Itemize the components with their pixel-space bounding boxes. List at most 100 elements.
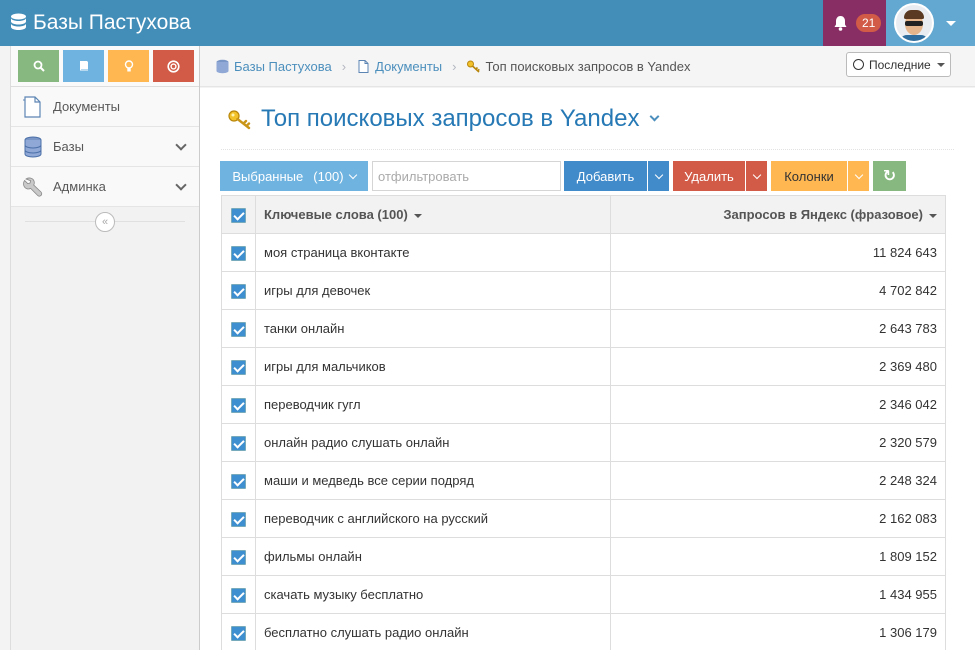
page-header: Топ поисковых запросов в Yandex [221, 88, 954, 150]
row-checkbox[interactable] [231, 587, 246, 603]
columns-button[interactable]: Колонки [771, 161, 847, 191]
select-all-cell[interactable] [221, 195, 256, 234]
refresh-button[interactable]: ↻ [873, 161, 906, 191]
row-checkbox[interactable] [231, 625, 246, 641]
table-row[interactable]: переводчик с английского на русский 2 16… [221, 499, 946, 538]
sort-caret-icon [413, 213, 422, 218]
row-checkbox[interactable] [231, 511, 246, 527]
row-checkbox-cell[interactable] [221, 423, 256, 462]
double-chevron-left-icon: « [101, 216, 109, 228]
row-checkbox[interactable] [231, 397, 246, 413]
keyword-cell: скачать музыку бесплатно [255, 575, 611, 614]
table-row[interactable]: маши и медведь все серии подряд 2 248 32… [221, 461, 946, 500]
row-checkbox[interactable] [231, 283, 246, 299]
query-count-cell: 1 434 955 [610, 575, 946, 614]
lifebuoy-icon [167, 59, 180, 73]
query-count-cell: 2 248 324 [610, 461, 946, 500]
recent-dropdown-button[interactable]: Последние [846, 52, 951, 77]
select-all-checkbox[interactable] [231, 207, 246, 223]
column-header-queries[interactable]: Запросов в Яндекс (фразовое) [610, 195, 946, 234]
sidebar-item-admin[interactable]: Админка [11, 167, 199, 207]
breadcrumb-documents-label: Документы [375, 58, 443, 74]
user-menu[interactable] [886, 0, 975, 46]
database-icon [216, 59, 229, 73]
row-checkbox[interactable] [231, 473, 246, 489]
row-checkbox[interactable] [231, 549, 246, 565]
delete-dropdown-toggle[interactable] [746, 161, 767, 191]
row-checkbox-cell[interactable] [221, 461, 256, 500]
filter-input[interactable] [372, 161, 561, 191]
query-count-cell: 2 643 783 [610, 309, 946, 348]
keyword-cell: фильмы онлайн [255, 537, 611, 576]
table-row[interactable]: игры для девочек 4 702 842 [221, 271, 946, 310]
table-row[interactable]: переводчик гугл 2 346 042 [221, 385, 946, 424]
breadcrumb: Базы Пастухова › Документы › Топ поисков… [200, 46, 975, 87]
row-checkbox-cell[interactable] [221, 347, 256, 386]
chevron-down-icon [348, 170, 357, 179]
shortcut-help-button[interactable] [153, 50, 194, 82]
row-checkbox[interactable] [231, 321, 246, 337]
table-header-row: Ключевые слова (100) Запросов в Яндекс (… [221, 195, 946, 234]
keyword-cell: бесплатно слушать радио онлайн [255, 613, 611, 650]
row-checkbox-cell[interactable] [221, 385, 256, 424]
bell-icon [834, 16, 847, 31]
query-count-cell: 11 824 643 [610, 233, 946, 272]
breadcrumb-current-label: Топ поисковых запросов в Yandex [485, 58, 691, 74]
sidebar-shortcuts [11, 46, 199, 87]
sort-caret-icon [929, 213, 937, 218]
sidebar-item-label: Админка [53, 179, 106, 194]
add-dropdown-toggle[interactable] [648, 161, 669, 191]
breadcrumb-home[interactable]: Базы Пастухова [215, 59, 332, 74]
notifications-button[interactable]: 21 [823, 0, 886, 46]
brand[interactable]: Базы Пастухова [10, 0, 191, 46]
shortcut-idea-button[interactable] [108, 50, 149, 82]
selected-button[interactable]: Выбранные (100) [220, 161, 368, 191]
query-count-cell: 2 162 083 [610, 499, 946, 538]
row-checkbox-cell[interactable] [221, 233, 256, 272]
table-row[interactable]: фильмы онлайн 1 809 152 [221, 537, 946, 576]
table-row[interactable]: онлайн радио слушать онлайн 2 320 579 [221, 423, 946, 462]
keywords-table: Ключевые слова (100) Запросов в Яндекс (… [221, 195, 946, 650]
recent-label: Последние [869, 57, 931, 72]
columns-dropdown-toggle[interactable] [848, 161, 869, 191]
table-row[interactable]: скачать музыку бесплатно 1 434 955 [221, 575, 946, 614]
keyword-cell: переводчик с английского на русский [255, 499, 611, 538]
column-header-keywords[interactable]: Ключевые слова (100) [255, 195, 611, 234]
row-checkbox-cell[interactable] [221, 271, 256, 310]
query-count-cell: 2 369 480 [610, 347, 946, 386]
table-row[interactable]: игры для мальчиков 2 369 480 [221, 347, 946, 386]
row-checkbox[interactable] [231, 245, 246, 261]
sidebar-item-databases[interactable]: Базы [11, 127, 199, 167]
page-title: Топ поисковых запросов в Yandex [261, 104, 640, 132]
query-count-cell: 2 346 042 [610, 385, 946, 424]
table-row[interactable]: танки онлайн 2 643 783 [221, 309, 946, 348]
row-checkbox-cell[interactable] [221, 537, 256, 576]
database-icon [21, 135, 45, 159]
delete-button[interactable]: Удалить [673, 161, 745, 191]
row-checkbox[interactable] [231, 359, 246, 375]
query-count-cell: 1 306 179 [610, 613, 946, 650]
row-checkbox[interactable] [231, 435, 246, 451]
shortcut-search-button[interactable] [18, 50, 59, 82]
table-row[interactable]: бесплатно слушать радио онлайн 1 306 179 [221, 613, 946, 650]
row-checkbox-cell[interactable] [221, 613, 256, 650]
avatar [894, 3, 934, 43]
sidebar-item-documents[interactable]: Документы [11, 87, 199, 127]
table-row[interactable]: моя страница вконтакте 11 824 643 [221, 233, 946, 272]
chevron-down-icon[interactable] [650, 111, 660, 122]
row-checkbox-cell[interactable] [221, 575, 256, 614]
sidebar: Документы Базы Админка « [10, 46, 200, 650]
row-checkbox-cell[interactable] [221, 499, 256, 538]
keyword-cell: переводчик гугл [255, 385, 611, 424]
keyword-cell: маши и медведь все серии подряд [255, 461, 611, 500]
keyword-cell: игры для девочек [255, 271, 611, 310]
collapse-sidebar-button[interactable]: « [95, 212, 115, 232]
row-checkbox-cell[interactable] [221, 309, 256, 348]
key-icon [228, 109, 251, 129]
sidebar-item-label: Документы [53, 99, 121, 114]
breadcrumb-documents[interactable]: Документы [356, 59, 442, 74]
database-icon [11, 13, 26, 30]
shortcut-book-button[interactable] [63, 50, 104, 82]
chevron-down-icon [854, 170, 863, 179]
add-button[interactable]: Добавить [564, 161, 647, 191]
